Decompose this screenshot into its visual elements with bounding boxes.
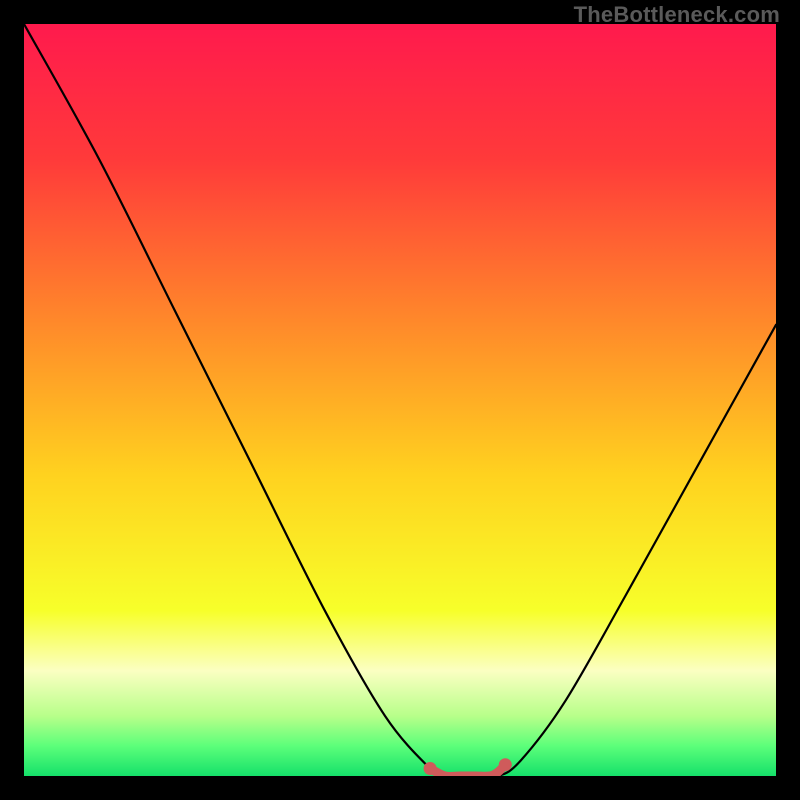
chart-frame xyxy=(24,24,776,776)
chart-background-gradient xyxy=(24,24,776,776)
